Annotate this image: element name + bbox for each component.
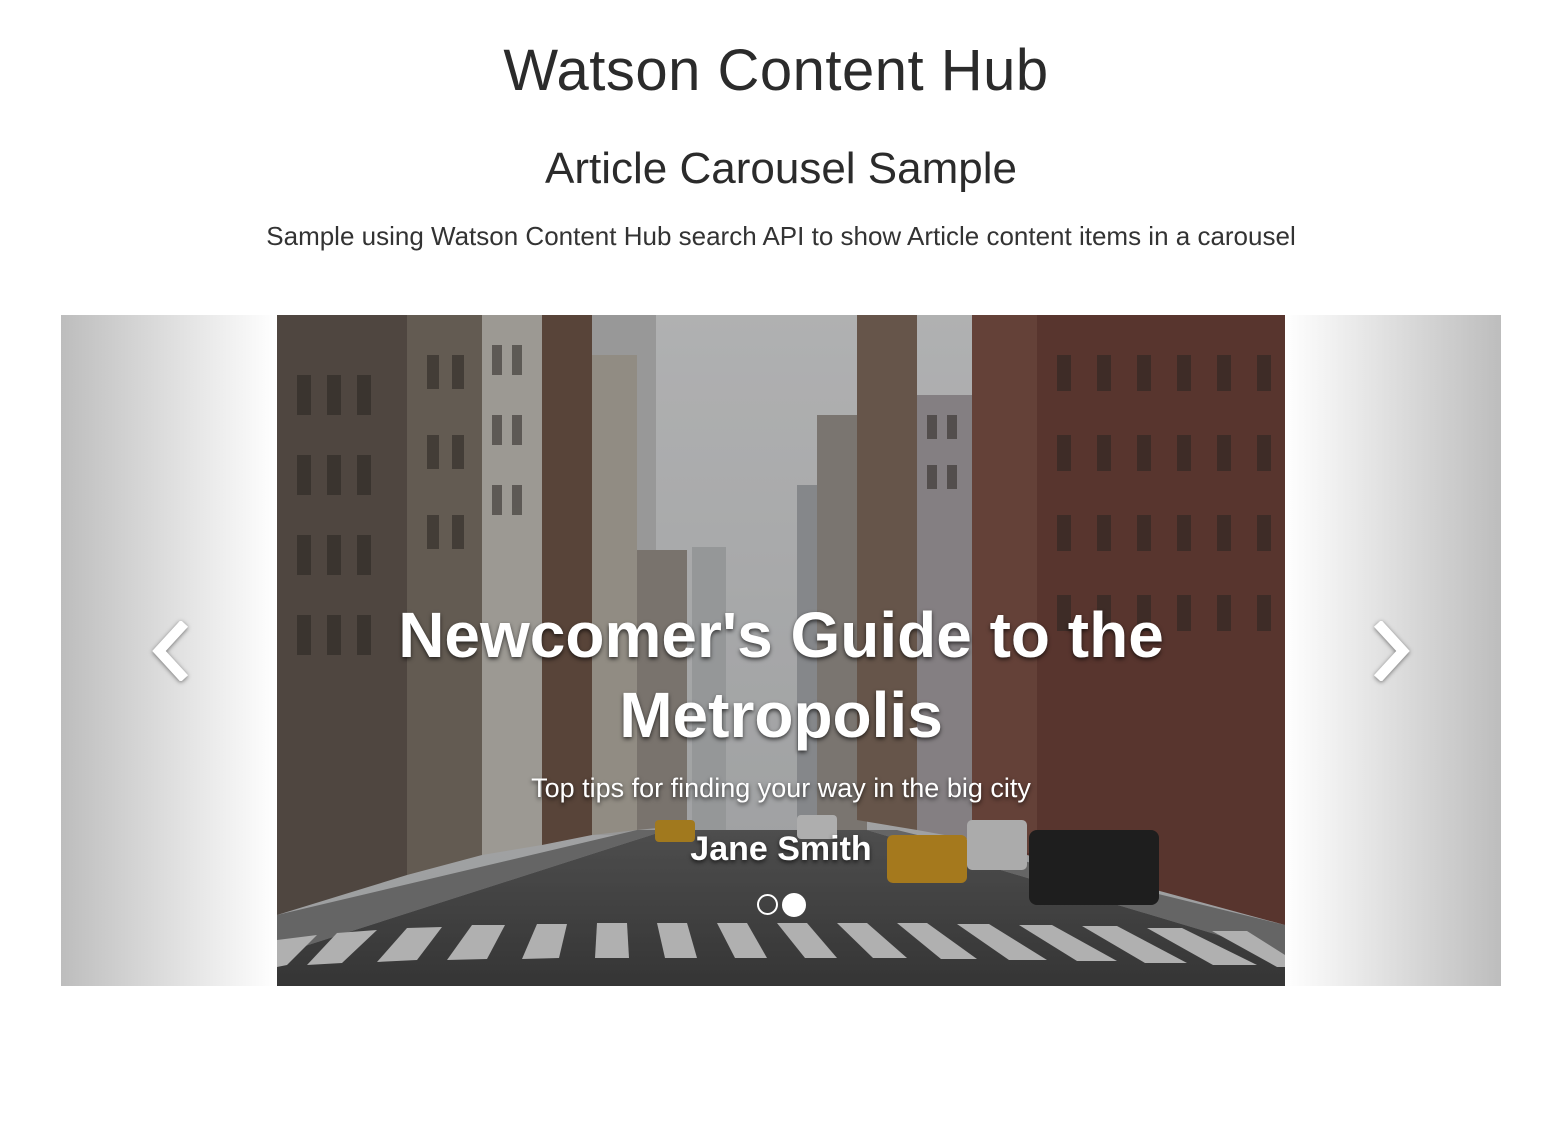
slide-subtitle: Top tips for finding your way in the big… — [531, 773, 1031, 803]
carousel-prev-button[interactable] — [61, 315, 277, 986]
chevron-right-icon — [1373, 620, 1410, 681]
carousel-indicators — [277, 893, 1285, 917]
carousel-slide[interactable]: Newcomer's Guide to the Metropolis Top t… — [277, 315, 1285, 986]
site-title: Watson Content Hub — [503, 38, 1049, 103]
article-carousel: Newcomer's Guide to the Metropolis Top t… — [61, 315, 1501, 986]
slide-author: Jane Smith — [690, 830, 872, 868]
page: Watson Content Hub Article Carousel Samp… — [0, 0, 1552, 1130]
carousel-next-button[interactable] — [1285, 315, 1501, 986]
chevron-left-icon — [152, 620, 189, 681]
sample-title: Article Carousel Sample — [545, 144, 1017, 193]
carousel-indicator-1[interactable] — [756, 894, 778, 915]
sample-description: Sample using Watson Content Hub search A… — [266, 221, 1296, 251]
carousel-indicator-2[interactable] — [781, 893, 806, 917]
slide-title[interactable]: Newcomer's Guide to the Metropolis — [277, 595, 1285, 755]
